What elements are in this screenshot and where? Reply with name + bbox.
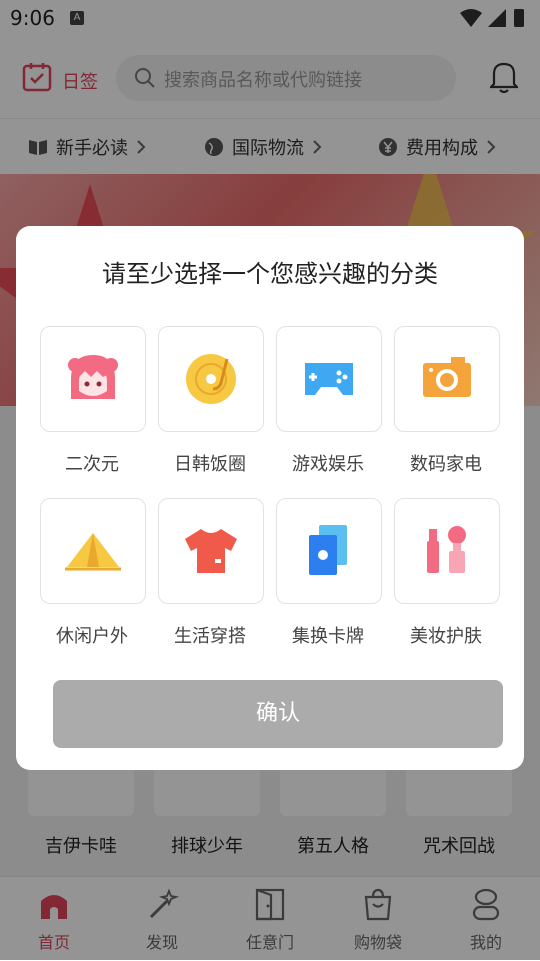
- trading-cards-icon: [309, 525, 347, 575]
- dialog-title: 请至少选择一个您感兴趣的分类: [102, 260, 438, 288]
- vinyl-record-icon: [186, 354, 236, 404]
- category-tile-cards[interactable]: [276, 498, 382, 604]
- category-tile-kpop[interactable]: [158, 326, 264, 432]
- category-label: 游戏娱乐: [292, 454, 364, 475]
- category-label: 数码家电: [410, 454, 482, 475]
- category-tile-beauty[interactable]: [394, 498, 500, 604]
- category-label: 集换卡牌: [292, 626, 364, 647]
- tshirt-icon: [185, 529, 237, 573]
- category-tile-apparel[interactable]: [158, 498, 264, 604]
- category-tile-gaming[interactable]: [276, 326, 382, 432]
- cosmetics-icon: [427, 526, 466, 573]
- category-label: 日韩饭圈: [174, 454, 246, 475]
- category-tile-anime[interactable]: [40, 326, 146, 432]
- category-label: 二次元: [65, 454, 119, 475]
- gamepad-icon: [305, 363, 353, 395]
- confirm-button[interactable]: 确认: [53, 680, 503, 748]
- interest-selection-dialog: 请至少选择一个您感兴趣的分类 二次元 日韩饭圈 游戏娱乐 数码家电 休闲户外 生…: [16, 226, 524, 770]
- category-tile-digital[interactable]: [394, 326, 500, 432]
- category-tile-outdoor[interactable]: [40, 498, 146, 604]
- category-label: 休闲户外: [56, 626, 128, 647]
- anime-girl-icon: [68, 355, 118, 399]
- category-label: 生活穿搭: [174, 626, 246, 647]
- category-label: 美妆护肤: [410, 626, 482, 647]
- camera-icon: [423, 357, 471, 397]
- tent-icon: [65, 533, 121, 571]
